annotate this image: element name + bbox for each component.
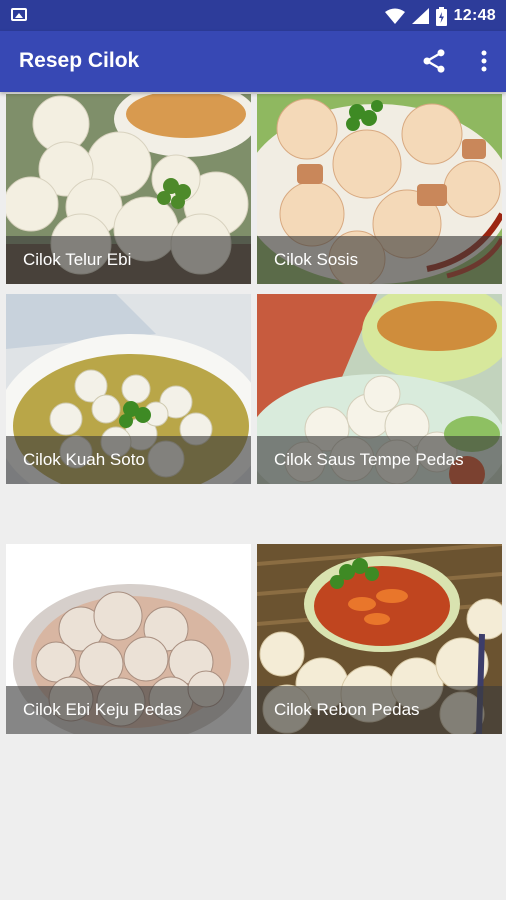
more-vert-icon[interactable]	[476, 47, 492, 75]
recipe-card-rebon-pedas[interactable]: Cilok Rebon Pedas	[257, 544, 502, 734]
recipe-label: Cilok Rebon Pedas	[257, 686, 502, 734]
recipe-card-telur-ebi[interactable]: Cilok Telur Ebi	[6, 94, 251, 284]
recipe-label: Cilok Kuah Soto	[6, 436, 251, 484]
recipe-card-kuah-soto[interactable]: Cilok Kuah Soto	[6, 294, 251, 484]
share-icon[interactable]	[420, 47, 448, 75]
recipe-label: Cilok Telur Ebi	[6, 236, 251, 284]
app-bar: Resep Cilok	[0, 31, 506, 92]
recipe-label: Cilok Saus Tempe Pedas	[257, 436, 502, 484]
recipe-card-sosis[interactable]: Cilok Sosis	[257, 94, 502, 284]
battery-icon	[435, 6, 447, 26]
image-notification-icon	[11, 8, 27, 21]
wifi-icon	[384, 8, 405, 24]
clock-time: 12:48	[453, 7, 496, 24]
app-title: Resep Cilok	[19, 49, 140, 72]
system-icons: 12:48	[384, 6, 496, 26]
recipe-label: Cilok Ebi Keju Pedas	[6, 686, 251, 734]
recipe-card-ebi-keju-pedas[interactable]: Cilok Ebi Keju Pedas	[6, 544, 251, 734]
signal-icon	[411, 8, 429, 24]
status-bar: 12:48	[0, 0, 506, 31]
recipe-card-saus-tempe-pedas[interactable]: Cilok Saus Tempe Pedas	[257, 294, 502, 484]
recipe-label: Cilok Sosis	[257, 236, 502, 284]
